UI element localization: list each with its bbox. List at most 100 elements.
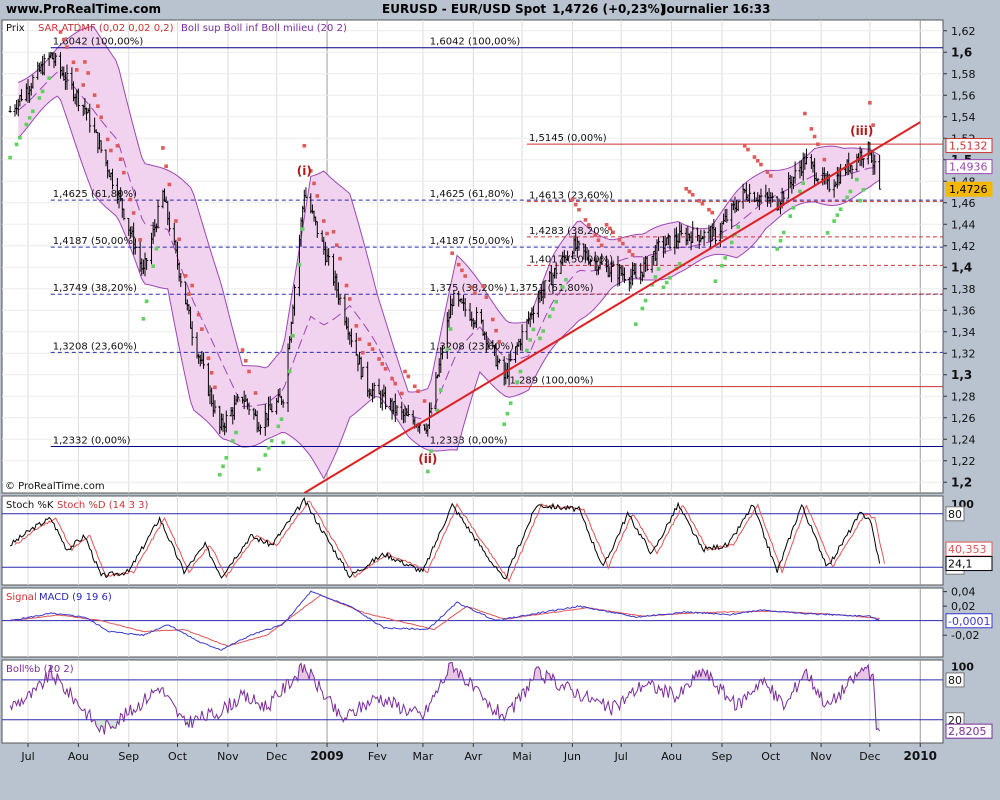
sar-dot: [765, 170, 770, 174]
sar-dot: [848, 189, 853, 194]
x-tick-label: Mai: [512, 750, 531, 763]
bollb-value-label: 2,8205: [948, 725, 987, 738]
sar-dot: [217, 472, 222, 477]
sar-dot: [755, 159, 760, 163]
sar-dot: [611, 230, 615, 235]
sar-dot: [746, 147, 750, 152]
sar-dot: [494, 328, 498, 333]
stoch-level-label: 80: [948, 508, 962, 521]
sar-dot: [491, 317, 495, 322]
sar-dot: [380, 362, 385, 366]
legend-macd: MACD (9 19 6): [39, 592, 112, 603]
stoch-value-label: 40,353: [948, 543, 987, 556]
sar-dot: [599, 243, 604, 248]
sar-dot: [312, 181, 316, 186]
sar-dot: [515, 380, 519, 384]
y-tick-label: 1,32: [951, 347, 976, 360]
sar-dot: [256, 467, 261, 472]
sar-dot: [234, 430, 238, 435]
sar-dot: [390, 376, 394, 381]
x-tick-label: Oct: [761, 750, 781, 763]
sar-dot: [832, 219, 836, 223]
sar-dot: [240, 348, 245, 352]
sar-dot: [206, 356, 211, 361]
sar-dot: [573, 202, 578, 207]
sar-dot: [788, 214, 793, 218]
sar-dot: [8, 155, 12, 160]
sar-dot: [469, 285, 474, 290]
macd-y-tick-label: 0,04: [951, 586, 976, 599]
panel-label-prix: Prix: [6, 23, 25, 34]
sar-dot: [778, 238, 783, 243]
x-tick-label: 2010: [904, 749, 937, 763]
x-tick-label: Aou: [68, 750, 89, 763]
wave-label: (ii): [418, 452, 437, 466]
bollb-y-tick: 100: [951, 661, 974, 674]
sar-dot: [183, 274, 188, 278]
sar-dot: [266, 446, 271, 450]
macd-y-tick-label: -0,02: [951, 629, 979, 642]
sar-dot: [463, 274, 467, 278]
sar-dot: [154, 246, 159, 251]
sar-dot: [230, 439, 235, 443]
x-tick-label: Nov: [810, 750, 832, 763]
sar-dot: [460, 268, 464, 273]
sar-dot: [413, 384, 417, 389]
sar-dot: [71, 60, 76, 65]
sar-dot: [630, 253, 635, 257]
fib-label: 1,4187 (50,00%): [430, 236, 514, 247]
sar-dot: [190, 283, 194, 288]
sar-dot: [49, 7, 53, 11]
sar-dot: [700, 201, 705, 206]
fib-label: 1,375 (38,20%): [430, 283, 508, 294]
sar-dot: [822, 157, 827, 162]
legend-sar: SAR ATDMF (0,02 0,02 0,2): [38, 23, 174, 34]
sar-dot: [710, 210, 715, 215]
x-tick-label: Jul: [614, 750, 628, 763]
sar-dot: [502, 422, 506, 426]
sar-dot: [263, 453, 268, 457]
sar-dot: [315, 194, 320, 198]
sar-dot: [608, 226, 612, 231]
sar-dot: [564, 277, 568, 282]
sar-dot: [65, 45, 69, 49]
sar-dot: [24, 122, 29, 127]
x-tick-label: Mar: [413, 750, 434, 763]
sar-dot: [736, 225, 741, 229]
sar-dot: [554, 299, 558, 304]
x-tick-label: Jun: [563, 750, 581, 763]
value-tag-label: 1,4726: [949, 183, 988, 196]
sar-dot: [508, 401, 513, 405]
legend-bollb: Boll%b (20 2): [6, 664, 74, 675]
sar-dot: [456, 262, 461, 267]
x-tick-label: Jul: [20, 750, 34, 763]
x-tick-label: Nov: [217, 750, 239, 763]
sar-dot: [40, 89, 45, 94]
x-tick-label: 2009: [310, 749, 343, 763]
fib-label: 1,2333 (0,00%): [430, 435, 508, 446]
sar-dot: [497, 340, 502, 344]
sar-dot: [547, 314, 552, 319]
y-tick-label: 1,62: [951, 25, 976, 38]
sar-dot: [593, 233, 598, 237]
sar-dot: [196, 312, 201, 317]
value-tag-label: 1,4936: [949, 161, 988, 174]
sar-dot: [697, 198, 702, 203]
y-tick-label: 1,38: [951, 283, 976, 296]
sar-dot: [858, 198, 862, 203]
sar-dot: [656, 267, 661, 271]
sar-dot: [276, 424, 281, 429]
sar-dot: [291, 334, 295, 338]
wave-label: (iii): [850, 124, 873, 138]
y-tick-label: 1,58: [951, 68, 976, 81]
sar-dot: [481, 284, 485, 288]
sar-dot: [118, 157, 123, 162]
sar-dot: [144, 299, 149, 304]
sar-dot: [525, 348, 529, 353]
chart-svg[interactable]: Jul Aou Sep Oct Nov Dec 2009 Fev Mar Avr Mai Jun Jul…: [0, 0, 1000, 800]
y-tick-label: 1,26: [951, 412, 976, 425]
sar-dot: [621, 241, 625, 246]
sar-dot: [213, 385, 217, 390]
sar-dot: [586, 223, 591, 227]
sar-dot: [279, 417, 284, 421]
